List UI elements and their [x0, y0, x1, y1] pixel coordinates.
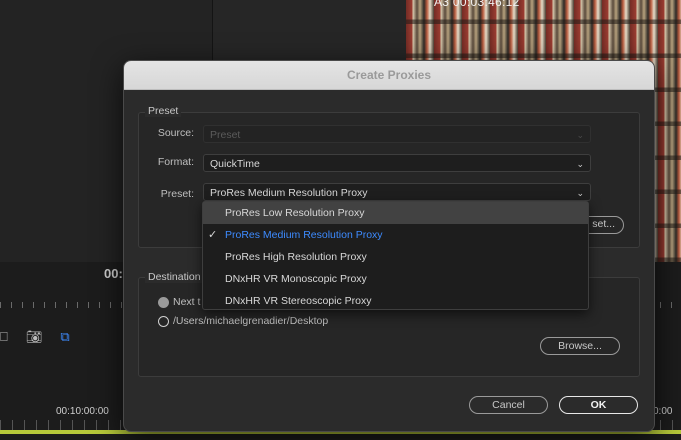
program-timecode: A3 00:03:46:12	[434, 0, 520, 9]
source-select: Preset ⌄	[203, 125, 591, 143]
preset-group-label: Preset	[145, 105, 182, 117]
preset-option-selected[interactable]: ✓ ProRes Medium Resolution Proxy	[203, 224, 588, 246]
source-label: Source:	[157, 127, 194, 139]
left-timecode: 00:	[104, 266, 123, 281]
preset-select[interactable]: ProRes Medium Resolution Proxy ⌄	[203, 183, 591, 201]
format-select[interactable]: QuickTime ⌄	[203, 154, 591, 172]
preset-dropdown-list: ProRes Low Resolution Proxy ✓ ProRes Medi…	[202, 201, 589, 310]
preset-option[interactable]: DNxHR VR Stereoscopic Proxy	[203, 290, 588, 312]
sequence-timecode-right: 0:00	[653, 406, 673, 417]
preset-option[interactable]: DNxHR VR Monoscopic Proxy	[203, 268, 588, 290]
radio-button[interactable]	[158, 296, 169, 308]
timeline-tools: ⎕ 📷︎ ⧉	[0, 328, 70, 346]
option-path-label: /Users/michaelgrenadier/Desktop	[173, 315, 329, 327]
preset-label: Preset:	[160, 188, 194, 200]
preset-option[interactable]: ProRes High Resolution Proxy	[203, 246, 588, 268]
dialog-title: Create Proxies	[124, 61, 654, 90]
format-value: QuickTime	[210, 158, 260, 170]
preset-option[interactable]: ProRes Low Resolution Proxy	[203, 202, 588, 224]
radio-button[interactable]	[158, 315, 169, 327]
sequence-timecode: 00:10:00:00	[56, 406, 109, 417]
cancel-button[interactable]: Cancel	[469, 396, 548, 414]
source-value: Preset	[210, 129, 241, 141]
format-label: Format:	[157, 156, 194, 168]
destination-option-path[interactable]: /Users/michaelgrenadier/Desktop	[158, 315, 328, 327]
chevron-down-icon: ⌄	[576, 130, 584, 140]
preset-value: ProRes Medium Resolution Proxy	[210, 187, 368, 199]
camera-icon[interactable]: 📷︎	[26, 329, 43, 345]
ok-button[interactable]: OK	[559, 396, 638, 414]
option-next-label: Next t	[173, 296, 201, 308]
destination-option-next[interactable]: Next t	[158, 296, 200, 308]
chevron-down-icon: ⌄	[576, 188, 584, 198]
chevron-down-icon: ⌄	[576, 159, 584, 169]
insert-icon[interactable]: ⎕	[0, 329, 8, 345]
destination-group-label: Destination	[145, 271, 204, 283]
checkmark-icon: ✓	[208, 229, 218, 241]
link-icon[interactable]: ⧉	[60, 329, 69, 345]
browse-button[interactable]: Browse...	[540, 337, 620, 355]
